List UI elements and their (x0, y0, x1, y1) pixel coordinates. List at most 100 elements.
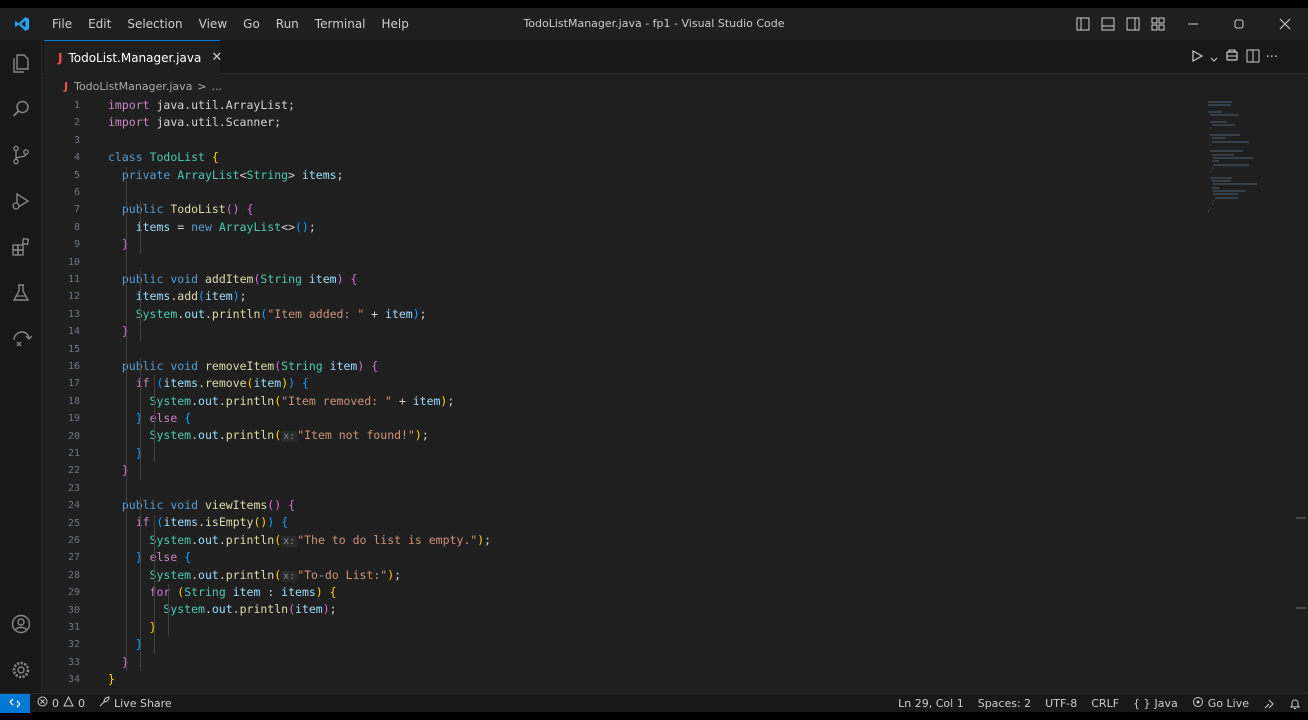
code-line[interactable]: System.out.println("Item removed: " + it… (108, 393, 491, 410)
code-line[interactable]: System.out.println(item); (108, 601, 491, 618)
restore-button[interactable] (1216, 8, 1262, 40)
settings-gear-icon[interactable] (0, 647, 42, 693)
code-line[interactable]: System.out.println(x: "To-do List:"); (108, 567, 491, 584)
code-line[interactable]: } (108, 619, 491, 636)
breadcrumb-more[interactable]: ... (212, 80, 223, 93)
testing-icon[interactable] (0, 270, 42, 316)
code-token: . (191, 428, 199, 443)
code-line[interactable] (108, 340, 491, 357)
code-line[interactable]: if (items.remove(item)) { (108, 375, 491, 392)
code-line[interactable]: public void addItem(String item) { (108, 271, 491, 288)
code-line[interactable]: items = new ArrayList<>(); (108, 219, 491, 236)
menu-item-view[interactable]: View (191, 8, 235, 40)
menu-item-go[interactable]: Go (235, 8, 268, 40)
code-line[interactable]: for (String item : items) { (108, 584, 491, 601)
line-number: 21 (67, 448, 80, 459)
code-line[interactable]: System.out.println("Item added: " + item… (108, 306, 491, 323)
code-line[interactable]: System.out.println(x: "Item not found!"); (108, 427, 491, 444)
search-icon[interactable] (0, 86, 42, 132)
code-token: items (281, 584, 316, 599)
tab-todolistmanager[interactable]: J TodoList.Manager.java ✕ (44, 40, 222, 74)
menu-item-selection[interactable]: Selection (119, 8, 190, 40)
live-share-button[interactable]: Live Share (92, 694, 179, 713)
split-editor-icon[interactable] (1246, 48, 1260, 67)
minimap-line (1209, 127, 1211, 130)
code-line[interactable] (108, 254, 491, 271)
code-line[interactable]: } (108, 323, 491, 340)
code-line[interactable]: } (108, 654, 491, 671)
more-actions-icon[interactable]: ··· (1266, 50, 1278, 65)
code-line[interactable]: items.add(item); (108, 288, 491, 305)
toggle-panel-icon[interactable] (1095, 8, 1120, 40)
minimap-line (1213, 190, 1246, 193)
code-line[interactable]: if (items.isEmpty()) { (108, 514, 491, 531)
code-token: ArrayList (218, 219, 282, 234)
code-line[interactable]: public void removeItem(String item) { (108, 358, 491, 375)
remote-explorer-icon[interactable] (0, 316, 42, 362)
line-number: 16 (67, 361, 80, 372)
indentation[interactable]: Spaces: 2 (971, 694, 1038, 713)
code-token: public (121, 358, 164, 373)
code-line[interactable]: } else { (108, 549, 491, 566)
code-line[interactable]: } (108, 445, 491, 462)
toggle-primary-sidebar-icon[interactable] (1070, 8, 1095, 40)
line-number: 30 (67, 604, 80, 616)
chevron-down-icon[interactable] (1210, 48, 1218, 67)
language-mode[interactable]: { } Java (1126, 694, 1185, 713)
code-line[interactable]: } (108, 636, 491, 653)
minimize-button[interactable] (1170, 8, 1216, 40)
code-token: String (260, 271, 302, 286)
code-editor[interactable]: 1 2 3 4 5 6 7 8 9 10 11 12 13 14 15 16 17 18 19 20 21 22 23 24 2… (42, 97, 1308, 693)
problems-indicator[interactable]: 0 0 (30, 694, 92, 713)
code-line[interactable]: public void viewItems() { (108, 497, 491, 514)
breadcrumb-file[interactable]: TodoListManager.java (74, 80, 192, 93)
feedback-icon[interactable] (1256, 694, 1282, 713)
code-line[interactable]: } else { (108, 410, 491, 427)
explorer-icon[interactable] (0, 40, 42, 86)
toggle-secondary-sidebar-icon[interactable] (1120, 8, 1145, 40)
code-line[interactable]: import java.util.ArrayList; (108, 97, 491, 114)
menu-item-help[interactable]: Help (374, 8, 417, 40)
code-line[interactable]: import java.util.Scanner; (108, 114, 491, 131)
notifications-bell-icon[interactable] (1282, 694, 1308, 713)
customize-layout-icon[interactable] (1145, 8, 1170, 40)
menu-item-terminal[interactable]: Terminal (307, 8, 374, 40)
code-line[interactable] (108, 480, 491, 497)
source-control-icon[interactable] (0, 132, 42, 178)
code-line[interactable]: } (108, 671, 491, 688)
debug-alt-icon[interactable] (1224, 47, 1240, 67)
code-line[interactable]: System.out.println(x: "The to do list is … (108, 532, 491, 549)
code-content[interactable]: import java.util.ArrayList; import java.u… (108, 97, 491, 688)
extensions-icon[interactable] (0, 224, 42, 270)
code-token: public (121, 497, 164, 512)
cursor-position[interactable]: Ln 29, Col 1 (891, 694, 971, 713)
code-line[interactable]: } (108, 236, 491, 253)
run-java-icon[interactable] (1190, 48, 1204, 67)
code-line[interactable]: public TodoList() { (108, 201, 491, 218)
close-window-button[interactable] (1262, 8, 1308, 40)
breadcrumb-separator: > (197, 79, 207, 93)
code-token: "Item not found!" (297, 428, 415, 443)
indent-guide (168, 584, 169, 637)
close-icon[interactable]: ✕ (211, 50, 222, 65)
code-line[interactable] (108, 132, 491, 149)
code-line[interactable]: } (108, 462, 491, 479)
menu-item-edit[interactable]: Edit (80, 8, 119, 40)
go-live-button[interactable]: Go Live (1185, 694, 1256, 713)
accounts-icon[interactable] (0, 601, 42, 647)
code-line[interactable] (108, 184, 491, 201)
menu-item-file[interactable]: File (44, 8, 80, 40)
code-token: ) (322, 602, 330, 617)
end-of-line[interactable]: CRLF (1084, 694, 1126, 713)
run-debug-icon[interactable] (0, 178, 42, 224)
menu-item-run[interactable]: Run (268, 8, 307, 40)
minimap[interactable] (1208, 101, 1268, 212)
code-line[interactable]: class TodoList { (108, 149, 491, 166)
code-line[interactable]: private ArrayList<String> items; (108, 167, 491, 184)
remote-indicator[interactable] (0, 693, 30, 713)
encoding[interactable]: UTF-8 (1038, 694, 1084, 713)
